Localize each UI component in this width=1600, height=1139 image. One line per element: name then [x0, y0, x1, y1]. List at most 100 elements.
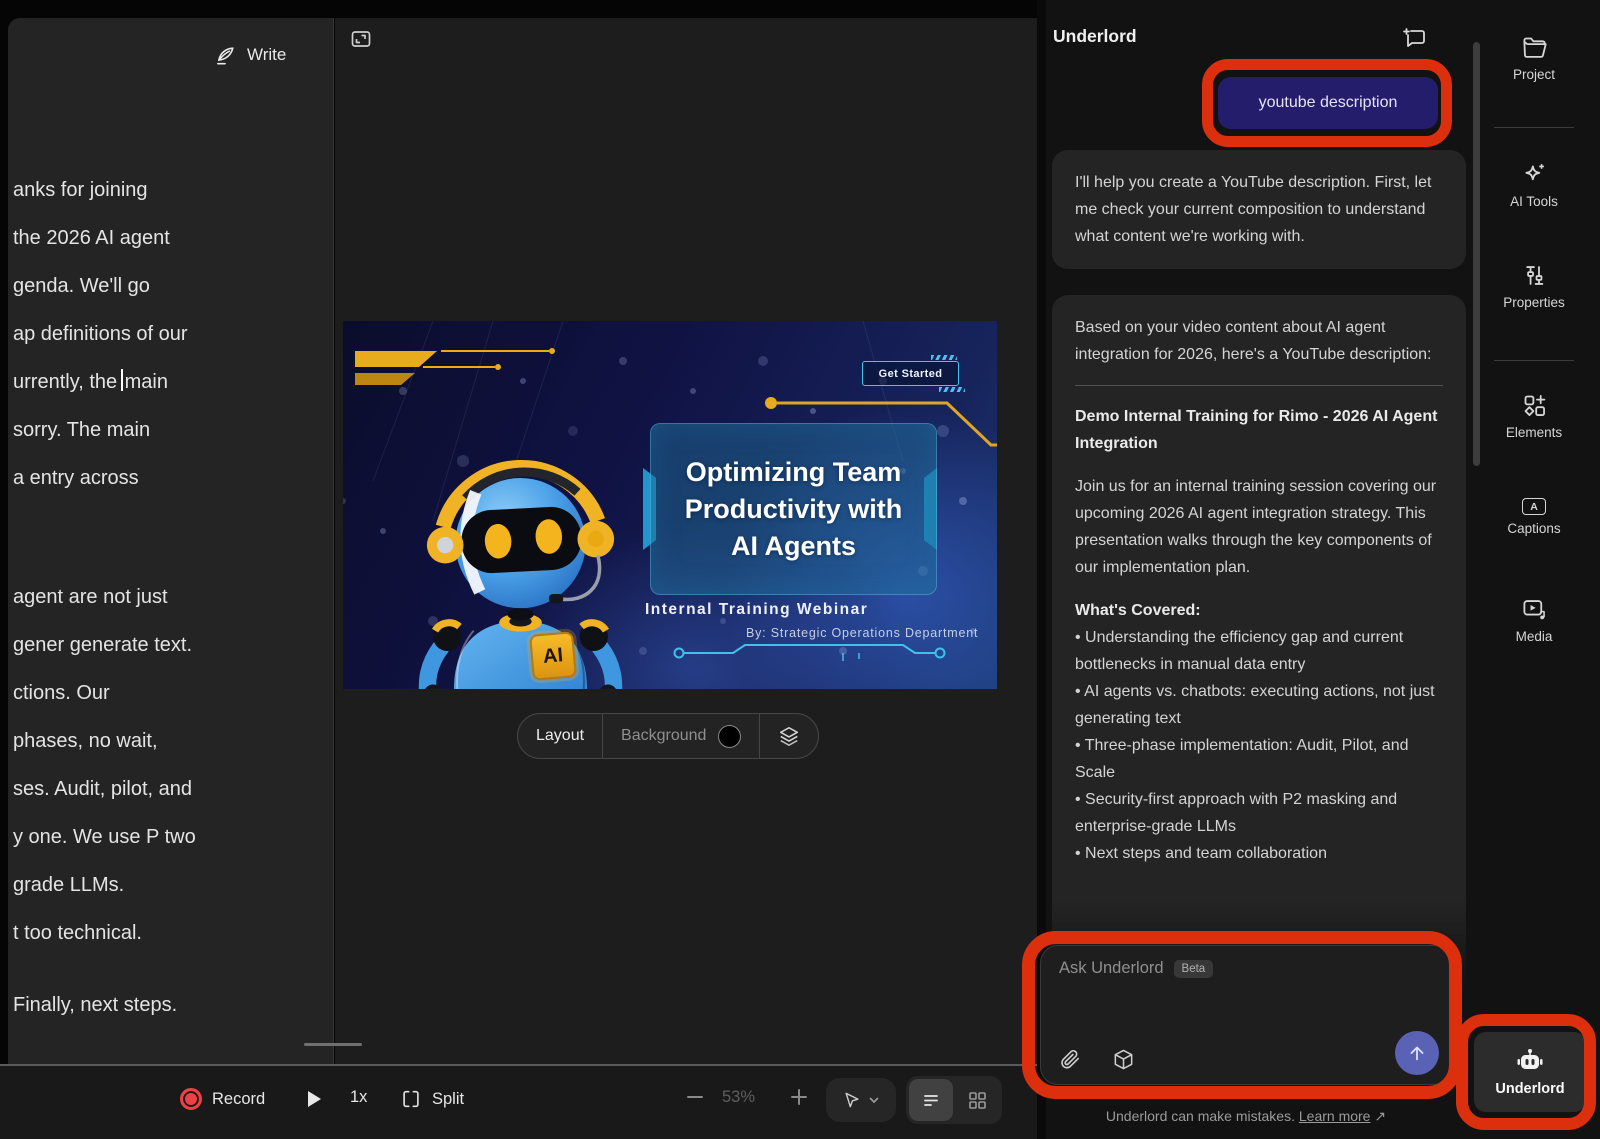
- transcript-text[interactable]: anks for joining the 2026 AI agent genda…: [8, 166, 334, 1029]
- write-label: Write: [247, 45, 286, 65]
- user-message-chip[interactable]: youtube description: [1218, 77, 1438, 129]
- underlord-panel-title: Underlord: [1053, 26, 1137, 47]
- sidebar-item-project[interactable]: Project: [1474, 34, 1594, 82]
- attach-file-button[interactable]: [1059, 1048, 1082, 1071]
- transcript-line[interactable]: agent are not just: [8, 573, 334, 621]
- robot-illustration: [388, 421, 653, 689]
- folder-icon: [1474, 34, 1594, 61]
- quill-icon: [214, 44, 237, 67]
- send-button[interactable]: [1395, 1031, 1439, 1075]
- beta-badge: Beta: [1174, 960, 1214, 978]
- record-icon: [180, 1088, 202, 1110]
- script-view-button[interactable]: [909, 1079, 953, 1121]
- covered-bullet: • Three-phase implementation: Audit, Pil…: [1075, 732, 1443, 786]
- sidebar-item-media[interactable]: Media: [1474, 596, 1594, 644]
- plus-icon: [790, 1088, 808, 1106]
- minus-icon: [686, 1088, 704, 1106]
- panel-resize-handle[interactable]: [304, 1043, 362, 1046]
- fit-to-screen-button[interactable]: [347, 25, 375, 53]
- play-icon: [305, 1089, 323, 1109]
- new-chat-icon: [1402, 25, 1428, 51]
- sliders-icon: [1474, 262, 1594, 289]
- transcript-line[interactable]: gener generate text.: [8, 621, 334, 669]
- record-label: Record: [212, 1090, 265, 1109]
- transcript-line[interactable]: anks for joining: [8, 166, 334, 214]
- covered-bullet: • AI agents vs. chatbots: executing acti…: [1075, 678, 1443, 732]
- transcript-line[interactable]: ctions. Our: [8, 669, 334, 717]
- record-button[interactable]: Record: [180, 1088, 265, 1110]
- zoom-out-button[interactable]: [686, 1088, 704, 1106]
- slide-title-line: AI Agents: [731, 528, 856, 565]
- transcript-line-with-cursor[interactable]: urrently, themain: [8, 358, 334, 406]
- sidebar-item-underlord[interactable]: Underlord: [1474, 1032, 1586, 1112]
- description-title: Demo Internal Training for Rimo - 2026 A…: [1075, 403, 1443, 457]
- preview-toolbar: Layout Background: [517, 713, 819, 759]
- transcript-line[interactable]: y one. We use P two: [8, 813, 334, 861]
- layers-button[interactable]: [759, 714, 818, 758]
- description-body: Join us for an internal training session…: [1075, 473, 1443, 581]
- transcript-line[interactable]: grade LLMs.: [8, 861, 334, 909]
- transcript-line[interactable]: a entry across: [8, 454, 334, 502]
- background-button[interactable]: Background: [602, 714, 759, 758]
- cyan-dash-decoration: [931, 355, 957, 360]
- input-placeholder: Ask Underlord: [1059, 959, 1164, 978]
- background-color-swatch[interactable]: [718, 725, 741, 748]
- play-button[interactable]: [305, 1089, 323, 1109]
- sidebar-divider: [1494, 360, 1574, 361]
- external-link-arrow: ↗: [1374, 1108, 1386, 1124]
- robot-icon: [1515, 1048, 1545, 1074]
- disclaimer: Underlord can make mistakes. Learn more …: [1046, 1108, 1446, 1125]
- shapes-icon: [1474, 392, 1594, 419]
- new-chat-button[interactable]: [1400, 23, 1430, 53]
- send-arrow-icon: [1406, 1042, 1428, 1064]
- split-icon: [400, 1088, 422, 1110]
- paperclip-icon: [1059, 1048, 1082, 1071]
- split-label: Split: [432, 1090, 464, 1109]
- cyan-dash-decoration: [939, 387, 965, 392]
- transcript-line[interactable]: the 2026 AI agent: [8, 214, 334, 262]
- pointer-icon: [842, 1090, 862, 1110]
- background-label: Background: [621, 727, 706, 745]
- script-editor-pane: Write anks for joining the 2026 AI agent…: [8, 18, 334, 1064]
- media-icon: [1474, 596, 1594, 623]
- slide-title-panel: Optimizing Team Productivity with AI Age…: [650, 423, 937, 595]
- learn-more-link[interactable]: Learn more: [1299, 1108, 1371, 1124]
- transcript-line[interactable]: Finally, next steps.: [8, 981, 334, 1029]
- app-window: Write anks for joining the 2026 AI agent…: [0, 0, 1600, 1139]
- video-preview[interactable]: AI Get Started Optimizing Team Productiv…: [343, 321, 997, 689]
- covered-bullet: • Next steps and team collaboration: [1075, 840, 1443, 867]
- sidebar-item-elements[interactable]: Elements: [1474, 392, 1594, 440]
- layout-label: Layout: [536, 727, 584, 745]
- split-button[interactable]: Split: [400, 1088, 464, 1110]
- zoom-in-button[interactable]: [790, 1088, 808, 1106]
- covered-bullet: • Security-first approach with P2 maskin…: [1075, 786, 1443, 840]
- grid-view-icon: [967, 1090, 987, 1110]
- sidebar-item-properties[interactable]: Properties: [1474, 262, 1594, 310]
- sidebar-item-captions[interactable]: A Captions: [1474, 494, 1594, 536]
- transcript-line[interactable]: ap definitions of our: [8, 310, 334, 358]
- message-divider: [1075, 385, 1443, 386]
- slide-byline: By: Strategic Operations Department: [746, 626, 978, 640]
- transcript-line[interactable]: genda. We'll go: [8, 262, 334, 310]
- playback-speed-button[interactable]: 1x: [350, 1088, 367, 1107]
- cube-icon: [1112, 1048, 1135, 1071]
- transcript-line[interactable]: sorry. The main: [8, 406, 334, 454]
- transcript-line[interactable]: ses. Audit, pilot, and: [8, 765, 334, 813]
- assistant-message: Based on your video content about AI age…: [1052, 295, 1466, 1007]
- chevron-down-icon: [868, 1094, 880, 1106]
- grid-view-button[interactable]: [955, 1079, 999, 1121]
- sidebar-item-ai-tools[interactable]: AI Tools: [1474, 160, 1594, 209]
- speed-label: 1x: [350, 1088, 367, 1107]
- message-intro: Based on your video content about AI age…: [1075, 314, 1443, 368]
- write-button[interactable]: Write: [206, 38, 294, 72]
- layout-button[interactable]: Layout: [518, 714, 602, 758]
- tools-button[interactable]: [1112, 1048, 1135, 1071]
- transcript-line[interactable]: t too technical.: [8, 909, 334, 957]
- assistant-message: I'll help you create a YouTube descripti…: [1052, 150, 1466, 269]
- captions-icon: A: [1474, 494, 1594, 515]
- ask-underlord-input[interactable]: Ask Underlord Beta: [1040, 945, 1452, 1085]
- layers-icon: [778, 725, 800, 747]
- pointer-tool-dropdown[interactable]: [826, 1078, 896, 1122]
- transcript-line[interactable]: phases, no wait,: [8, 717, 334, 765]
- text-cursor: [121, 369, 123, 391]
